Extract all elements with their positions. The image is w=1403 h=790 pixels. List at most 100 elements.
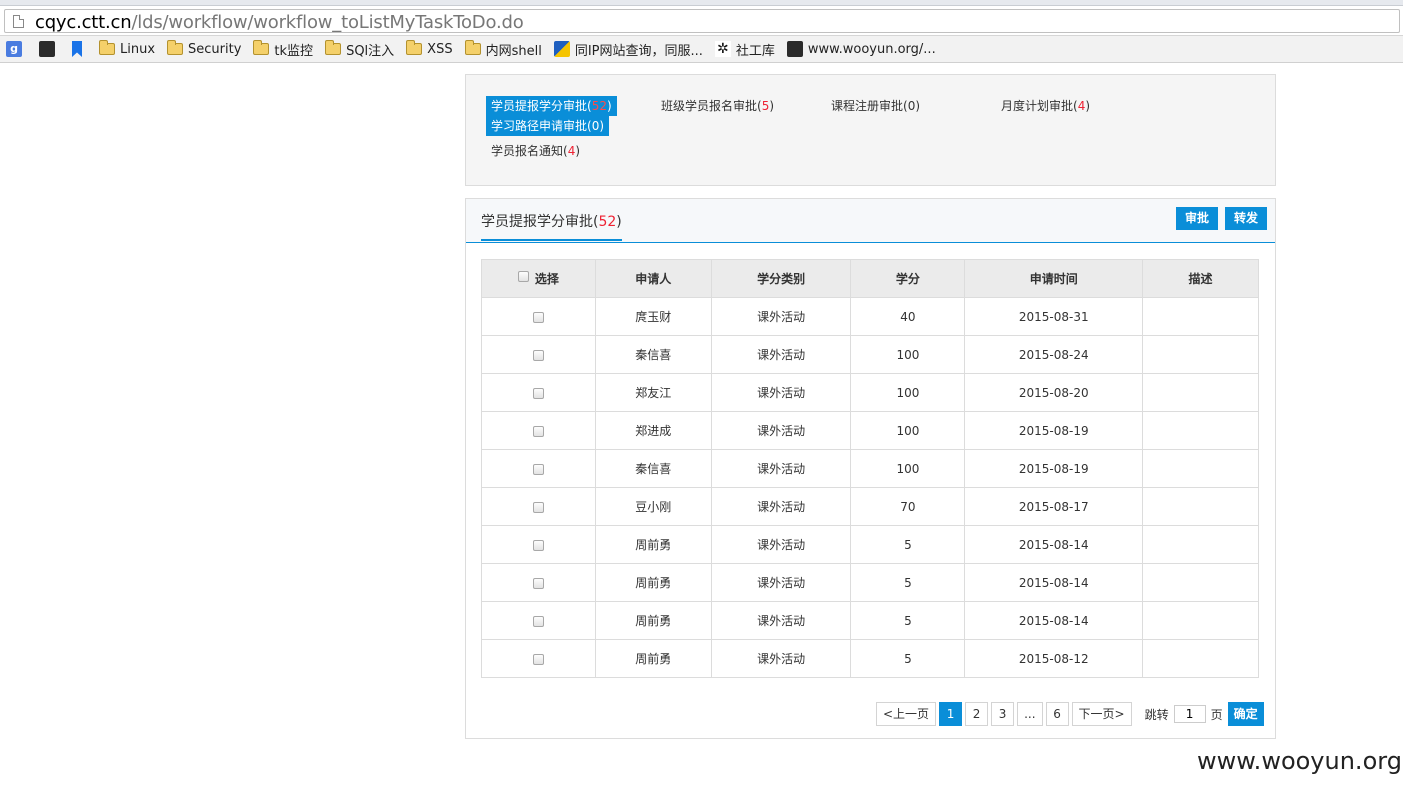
- cell-category: 课外活动: [710, 449, 852, 488]
- panel-count: 52: [598, 214, 617, 230]
- cell-category: 课外活动: [710, 525, 852, 564]
- row-checkbox[interactable]: [532, 463, 544, 475]
- row-checkbox[interactable]: [532, 425, 544, 437]
- row-checkbox[interactable]: [532, 311, 544, 323]
- page-3[interactable]: 3: [991, 702, 1015, 726]
- cell-date: 2015-08-31: [964, 297, 1144, 336]
- bookmark-folder-xss[interactable]: XSS: [406, 40, 453, 57]
- header-applicant: 申请人: [594, 259, 712, 298]
- menu-item-monthly-plan-approval[interactable]: 月度计划审批(4): [996, 96, 1095, 116]
- menu-item-credit-approval[interactable]: 学员提报学分审批(52): [486, 96, 617, 116]
- star-icon: ✲: [714, 41, 731, 57]
- url-path: /lds/workflow/workflow_toListMyTaskToDo.…: [131, 12, 524, 33]
- cell-credits: 5: [850, 601, 966, 640]
- folder-icon: [167, 40, 184, 55]
- bookmark-icon: [72, 41, 82, 57]
- table-row[interactable]: 庹玉财 课外活动 40 2015-08-31: [481, 297, 1259, 336]
- menu-item-enroll-notice[interactable]: 学员报名通知(4): [486, 141, 585, 161]
- row-checkbox[interactable]: [532, 349, 544, 361]
- bookmark-ip-lookup[interactable]: 同IP网站查询，同服...: [553, 40, 703, 59]
- header-credits: 学分: [850, 259, 966, 298]
- menu-count: 52: [591, 99, 607, 113]
- table-row[interactable]: 周前勇 课外活动 5 2015-08-14: [481, 601, 1259, 640]
- cell-credits: 5: [850, 563, 966, 602]
- cell-select: [481, 335, 596, 374]
- bookmark-google[interactable]: g: [6, 41, 27, 57]
- table-row[interactable]: 秦信喜 课外活动 100 2015-08-24: [481, 335, 1259, 374]
- select-all-checkbox[interactable]: [517, 271, 529, 282]
- dark-app-icon: [786, 41, 803, 57]
- bookmark-folder-tk[interactable]: tk监控: [253, 40, 313, 59]
- row-checkbox[interactable]: [532, 577, 544, 589]
- bookmark-app[interactable]: [39, 41, 60, 57]
- approval-menu: 学员提报学分审批(52) 班级学员报名审批(5) 课程注册审批(0) 月度计划审…: [465, 74, 1276, 186]
- cell-category: 课外活动: [710, 297, 852, 336]
- folder-icon: [464, 40, 481, 55]
- page-6[interactable]: 6: [1045, 702, 1069, 726]
- folder-icon: [325, 40, 342, 55]
- prev-page-button[interactable]: <上一页: [876, 702, 937, 726]
- table-row[interactable]: 周前勇 课外活动 5 2015-08-12: [481, 639, 1259, 678]
- bookmark-wooyun[interactable]: www.wooyun.org/...: [786, 41, 936, 57]
- menu-item-class-enroll-approval[interactable]: 班级学员报名审批(5): [656, 96, 779, 116]
- cell-date: 2015-08-24: [964, 335, 1144, 374]
- cell-credits: 70: [850, 487, 966, 526]
- bookmark-label: Linux: [120, 41, 156, 57]
- header-desc: 描述: [1142, 259, 1259, 298]
- google-g-icon: g: [6, 41, 22, 57]
- bookmark-label: tk监控: [274, 43, 314, 59]
- cell-date: 2015-08-19: [964, 449, 1144, 488]
- jump-page-input[interactable]: [1173, 705, 1206, 723]
- bookmark-folder-linux[interactable]: Linux: [99, 40, 156, 57]
- cell-date: 2015-08-20: [964, 373, 1144, 412]
- table-row[interactable]: 周前勇 课外活动 5 2015-08-14: [481, 563, 1259, 602]
- table-row[interactable]: 周前勇 课外活动 5 2015-08-14: [481, 525, 1259, 564]
- cell-credits: 100: [850, 411, 966, 450]
- bookmark-label: www.wooyun.org/...: [807, 41, 936, 57]
- pagination: <上一页 1 2 3 ... 6 下一页> 跳转 页 确定: [876, 702, 1264, 726]
- cell-applicant: 周前勇: [594, 639, 712, 678]
- credit-approval-panel: 学员提报学分审批(52) 审批 转发 选择 申请人 学分类别 学分 申请时间 描…: [465, 198, 1276, 739]
- cell-category: 课外活动: [710, 601, 852, 640]
- cell-select: [481, 601, 596, 640]
- jump-label: 跳转: [1144, 707, 1169, 722]
- cell-applicant: 周前勇: [594, 601, 712, 640]
- table-row[interactable]: 郑友江 课外活动 100 2015-08-20: [481, 373, 1259, 412]
- bookmark-marker[interactable]: [72, 41, 87, 57]
- page-content: 学员提报学分审批(52) 班级学员报名审批(5) 课程注册审批(0) 月度计划审…: [0, 63, 1403, 790]
- cell-credits: 5: [850, 525, 966, 564]
- url-field[interactable]: cqyc.ctt.cn/lds/workflow/workflow_toList…: [4, 9, 1400, 33]
- row-checkbox[interactable]: [532, 653, 544, 665]
- approve-button[interactable]: 审批: [1176, 207, 1219, 230]
- menu-item-course-register-approval[interactable]: 课程注册审批(0): [826, 96, 925, 116]
- cell-applicant: 周前勇: [594, 525, 712, 564]
- table-row[interactable]: 秦信喜 课外活动 100 2015-08-19: [481, 449, 1259, 488]
- page-1[interactable]: 1: [939, 702, 963, 726]
- watermark: www.wooyun.org: [1197, 747, 1402, 775]
- page-2[interactable]: 2: [965, 702, 989, 726]
- menu-item-learning-path-approval[interactable]: 学习路径申请审批(0): [486, 116, 610, 136]
- row-checkbox[interactable]: [532, 615, 544, 627]
- table-row[interactable]: 豆小刚 课外活动 70 2015-08-17: [481, 487, 1259, 526]
- cell-applicant: 郑进成: [594, 411, 712, 450]
- jump-ok-button[interactable]: 确定: [1227, 702, 1264, 726]
- url-text[interactable]: cqyc.ctt.cn/lds/workflow/workflow_toList…: [35, 12, 524, 33]
- row-checkbox[interactable]: [532, 387, 544, 399]
- bookmark-sgk[interactable]: ✲ 社工库: [714, 40, 775, 59]
- cell-select: [481, 373, 596, 412]
- bookmark-folder-sql[interactable]: SQl注入: [325, 40, 394, 59]
- next-page-button[interactable]: 下一页>: [1071, 702, 1132, 726]
- bookmark-folder-shell[interactable]: 内网shell: [464, 40, 542, 59]
- cell-select: [481, 563, 596, 602]
- bookmark-label: SQl注入: [346, 43, 395, 59]
- row-checkbox[interactable]: [532, 501, 544, 513]
- bookmark-folder-security[interactable]: Security: [167, 40, 242, 57]
- forward-button[interactable]: 转发: [1225, 207, 1268, 230]
- page-icon: [13, 15, 24, 28]
- cell-desc: [1142, 601, 1259, 640]
- cell-desc: [1142, 373, 1259, 412]
- bookmark-label: Security: [188, 41, 242, 57]
- row-checkbox[interactable]: [532, 539, 544, 551]
- cell-desc: [1142, 563, 1259, 602]
- table-row[interactable]: 郑进成 课外活动 100 2015-08-19: [481, 411, 1259, 450]
